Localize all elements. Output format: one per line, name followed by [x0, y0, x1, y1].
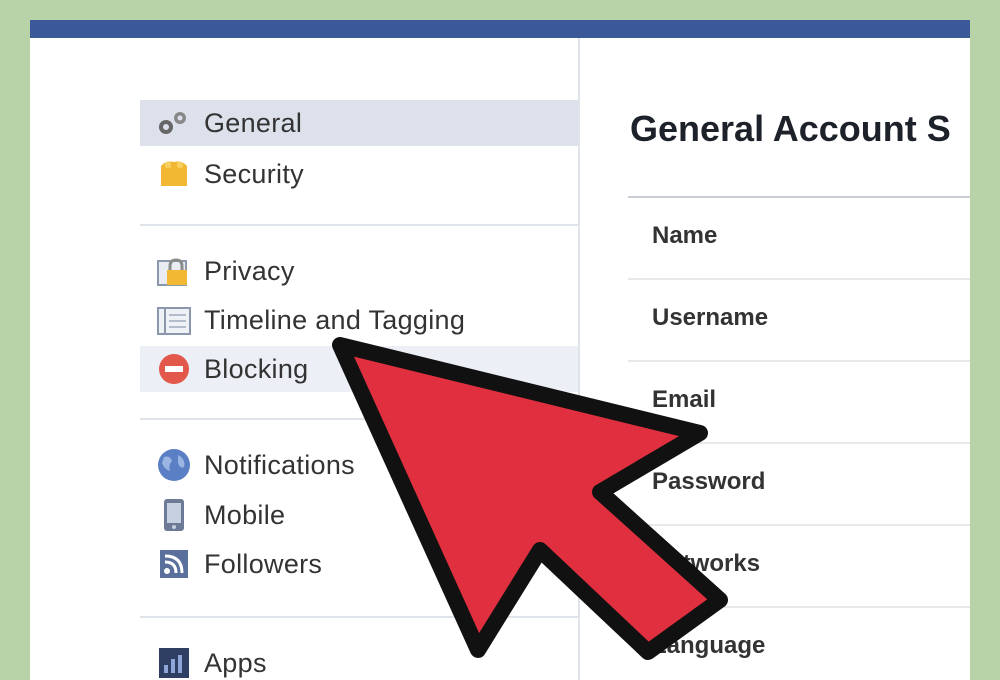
pointer-arrow-icon: [332, 337, 728, 660]
